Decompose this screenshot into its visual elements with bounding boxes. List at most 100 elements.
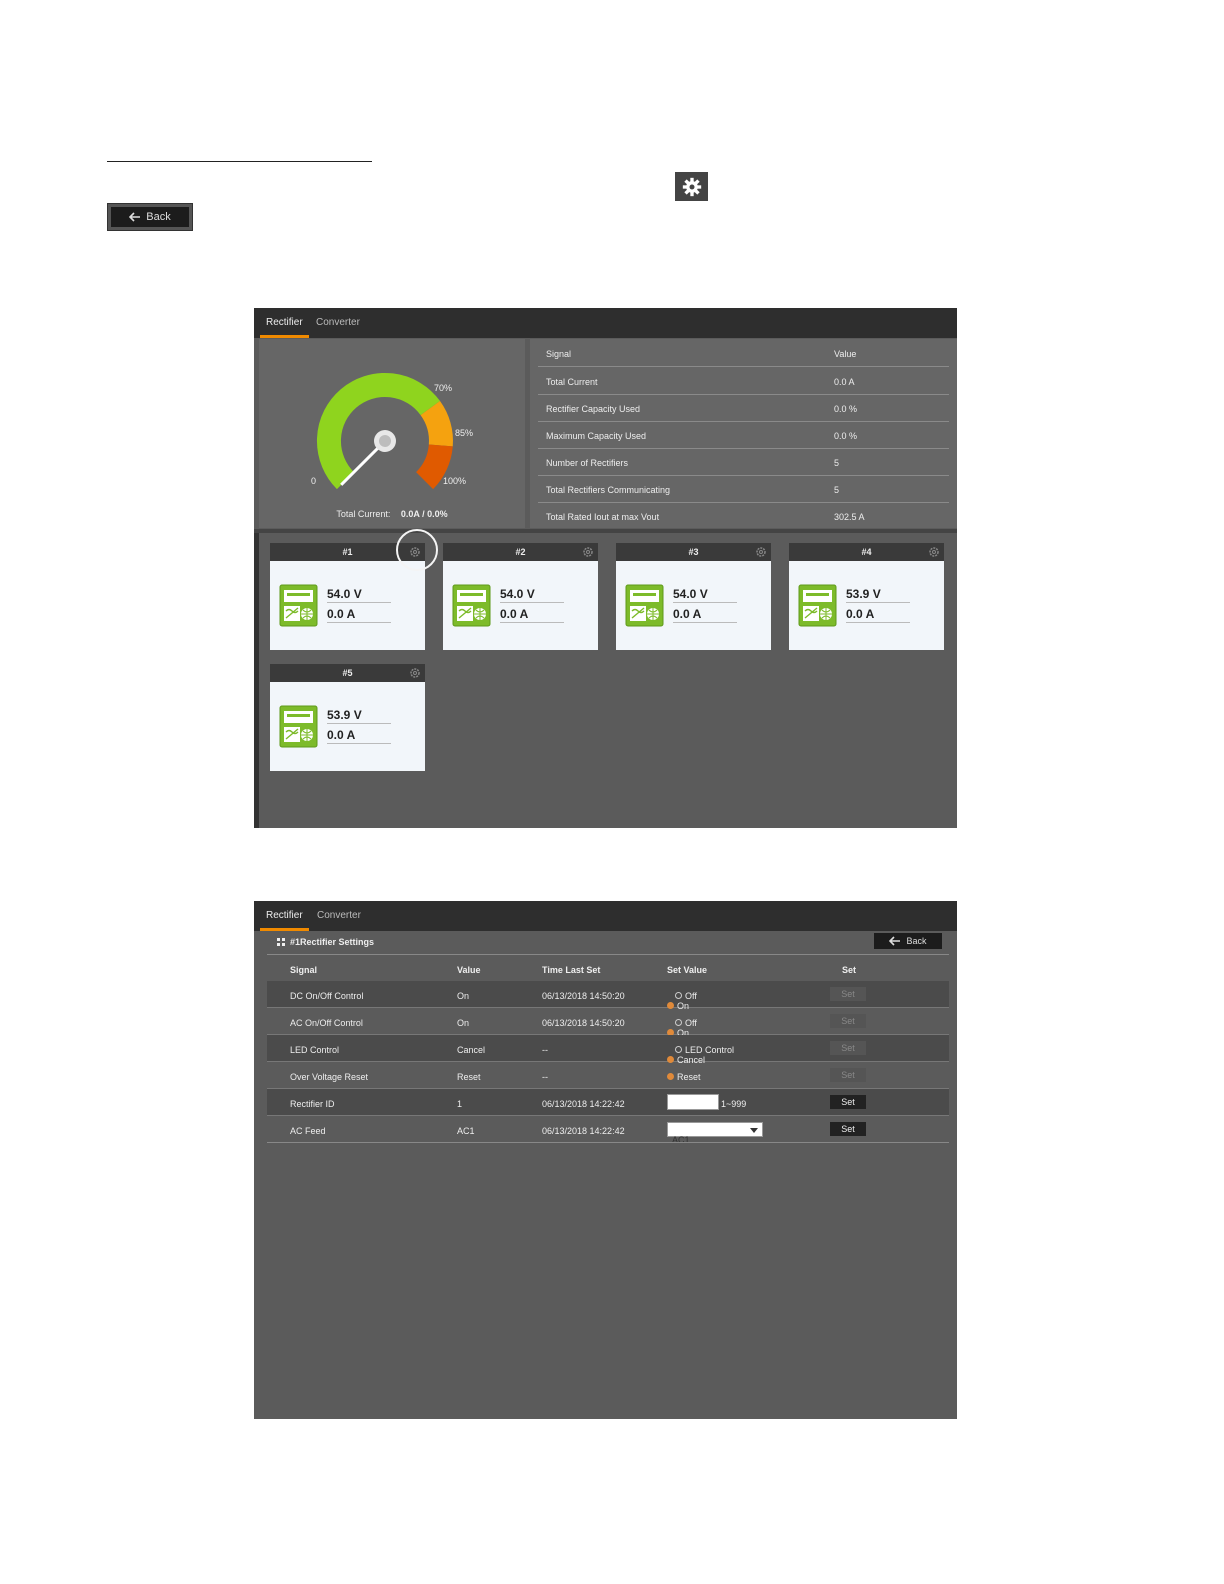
rectifier-card-body: 54.0 V 0.0 A [443,561,598,650]
gear-icon[interactable] [755,546,767,558]
setting-value: AC1 [457,1126,475,1136]
rectifier-card-3[interactable]: #3 54.0 V 0.0 A [616,543,771,650]
table-row: LED Control Cancel -- Cancel LED Control… [267,1035,949,1065]
rectifier-card-5[interactable]: #5 53.9 V 0.0 A [270,664,425,771]
rectifier-card-2[interactable]: #2 54.0 V 0.0 A [443,543,598,650]
signal-header: Signal [290,965,318,975]
rectifier-icon [279,584,318,627]
setting-signal: AC On/Off Control [290,1018,363,1028]
rectifier-voltage: 54.0 V [500,587,564,603]
side-strip [254,533,259,828]
gear-icon[interactable] [928,546,940,558]
table-row: Number of Rectifiers 5 [538,448,949,476]
radio-off[interactable]: Off [675,1018,697,1028]
set-button[interactable]: Set [830,1068,866,1082]
value-header: Value [834,349,857,359]
tab-rectifier[interactable]: Rectifier [260,308,309,338]
settings-title: #1Rectifier Settings [277,937,374,947]
gauge-label-100: 100% [443,476,467,486]
rectifier-card-body: 53.9 V 0.0 A [270,682,425,771]
set-button[interactable]: Set [830,987,866,1001]
setting-value: 1 [457,1099,463,1109]
set-button[interactable]: Set [830,1014,866,1028]
setting-value: Reset [457,1072,481,1082]
setting-time: 06/13/2018 14:50:20 [542,991,625,1001]
rectifier-icon [798,584,837,627]
gauge-label-0: 0 [311,476,317,486]
settings-back-label: Back [906,936,927,946]
arrow-left-icon [889,936,901,946]
table-row: Total Rectifiers Communicating 5 [538,475,949,503]
signal-table: Signal Value Total Current 0.0 A Rectifi… [530,339,957,528]
settings-gear-button[interactable] [675,172,708,201]
rectifier-card-body: 54.0 V 0.0 A [270,561,425,650]
rectifier-current: 0.0 A [327,728,391,744]
signal-name: Rectifier Capacity Used [546,404,641,414]
radio-led-control[interactable]: LED Control [675,1045,734,1055]
gauge-arc-red [415,443,453,490]
radio-group: Cancel LED Control [667,1045,734,1065]
signal-name: Total Rated Iout at max Vout [546,512,660,522]
settings-table-header: Signal Value Time Last Set Set Value Set [267,955,949,982]
tab-converter[interactable]: Converter [310,308,366,338]
rectifier-icon [279,705,318,748]
rectifier-id-input[interactable] [667,1094,719,1110]
setting-signal: LED Control [290,1045,340,1055]
signal-name: Total Current [546,377,598,387]
rectifier-overview-screen: Rectifier Converter 0 70% 85% 100% Total… [254,308,957,828]
radio-icon [675,1019,682,1026]
settings-back-button[interactable]: Back [874,933,942,949]
gear-icon[interactable] [582,546,594,558]
capacity-gauge [316,373,453,490]
ac-feed-select[interactable]: AC1 [667,1122,763,1145]
radio-off[interactable]: Off [675,991,697,1001]
time-header: Time Last Set [542,965,601,975]
tab-converter[interactable]: Converter [311,901,367,931]
set-button[interactable]: Set [830,1095,866,1109]
setting-time: -- [542,1072,548,1082]
gauge-label-85: 85% [455,428,474,438]
table-row: DC On/Off Control On 06/13/2018 14:50:20… [267,981,949,1011]
signal-value: 0.0 A [834,377,855,387]
signal-value: 302.5 A [834,512,865,522]
setting-value: On [457,991,470,1001]
gauge-hub-inner [379,435,391,447]
gauge-arc-orange [420,401,453,447]
rectifier-voltage: 53.9 V [846,587,910,603]
set-button[interactable]: Set [830,1122,866,1136]
table-row: AC Feed AC1 06/13/2018 14:22:42 AC1 Set [267,1116,949,1145]
section-divider [254,529,957,533]
gauge-caption-label: Total Current: [336,509,391,519]
set-button[interactable]: Set [830,1041,866,1055]
back-button-label: Back [146,211,171,223]
rectifier-card-title: #3 [616,543,771,561]
gauge-caption: Total Current: 0.0A / 0.0% [259,509,525,519]
rectifier-card-4[interactable]: #4 53.9 V 0.0 A [789,543,944,650]
gauge-caption-value: 0.0A / 0.0% [400,509,448,519]
rectifier-card-body: 54.0 V 0.0 A [616,561,771,650]
table-row: Over Voltage Reset Reset -- Reset Set [267,1062,949,1089]
radio-reset[interactable]: Reset [667,1072,701,1082]
rectifier-voltage: 54.0 V [673,587,737,603]
document-rule [107,161,372,162]
tab-rectifier[interactable]: Rectifier [260,901,309,931]
radio-group: On Off [667,1018,697,1038]
rectifier-card-title: #4 [789,543,944,561]
rectifier-voltage: 54.0 V [327,587,391,603]
rectifier-current: 0.0 A [327,607,391,623]
setting-time: -- [542,1045,548,1055]
rectifier-card-body: 53.9 V 0.0 A [789,561,944,650]
setting-signal: Rectifier ID [290,1099,335,1109]
table-row: AC On/Off Control On 06/13/2018 14:50:20… [267,1008,949,1038]
radio-group: On Off [667,991,697,1011]
rectifier-id-range: 1~999 [721,1099,747,1109]
setting-signal: Over Voltage Reset [290,1072,369,1082]
table-row: Rectifier Capacity Used 0.0 % [538,394,949,422]
signal-value: 5 [834,485,840,495]
table-row: Total Rated Iout at max Vout 302.5 A [538,502,949,529]
highlight-circle [396,529,438,571]
table-row: Rectifier ID 1 06/13/2018 14:22:42 1~999… [267,1089,949,1116]
back-button[interactable]: Back [107,203,193,231]
gear-icon[interactable] [409,667,421,679]
table-bottom-rule [267,1142,949,1143]
